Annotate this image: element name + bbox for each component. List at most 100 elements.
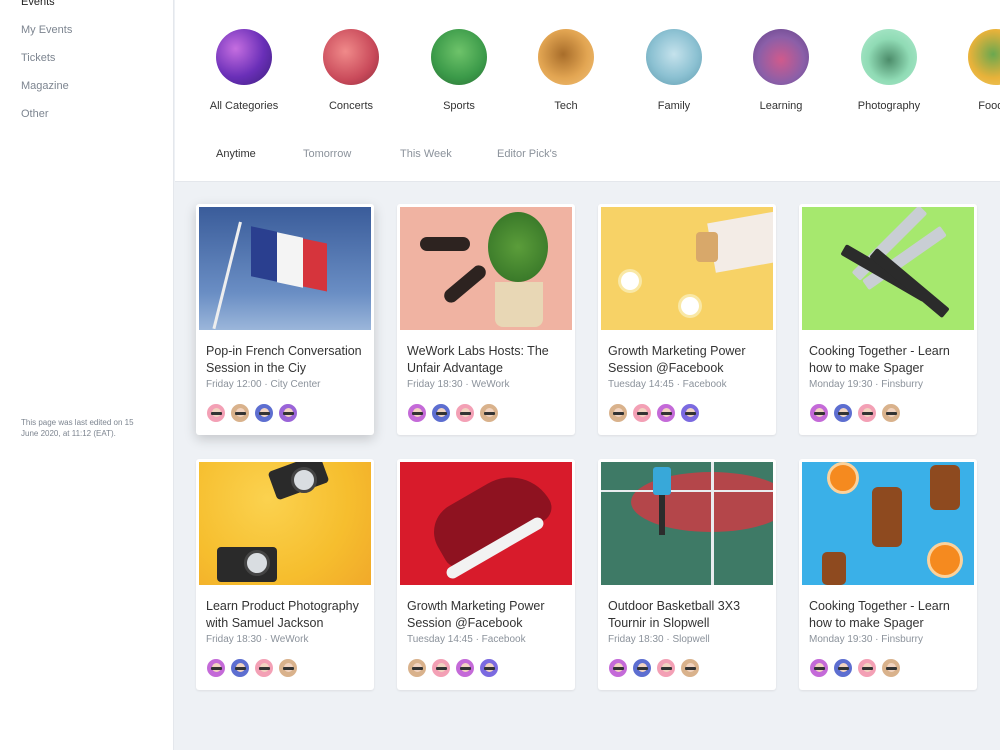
category-label: Photography xyxy=(857,100,921,112)
avatar xyxy=(608,658,628,678)
avatar xyxy=(680,658,700,678)
event-card[interactable]: Learn Product Photography with Samuel Ja… xyxy=(196,459,374,690)
category-image xyxy=(646,29,702,85)
sidebar-item-other[interactable]: Other xyxy=(21,108,49,120)
category-label: Tech xyxy=(554,100,578,112)
category-label: Sports xyxy=(443,100,475,112)
event-image xyxy=(400,462,572,585)
category-all[interactable]: All Categories xyxy=(189,29,299,112)
category-image xyxy=(216,29,272,85)
avatar xyxy=(479,403,499,423)
avatar xyxy=(656,403,676,423)
category-label: Concerts xyxy=(328,100,374,112)
avatar xyxy=(680,403,700,423)
avatar xyxy=(278,658,298,678)
event-card[interactable]: Pop-in French Conversation Session in th… xyxy=(196,204,374,435)
event-meta: Monday 19:30 · Finsburry xyxy=(809,634,923,645)
active-tab-indicator xyxy=(196,181,276,182)
event-meta: Tuesday 14:45 · Facebook xyxy=(407,634,526,645)
event-title: WeWork Labs Hosts: The Unfair Advantage xyxy=(407,344,549,375)
avatar xyxy=(407,403,427,423)
avatar xyxy=(857,658,877,678)
avatar xyxy=(407,658,427,678)
event-meta: Friday 18:30 · WeWork xyxy=(206,634,309,645)
avatar xyxy=(632,658,652,678)
sidebar-item-tickets[interactable]: Tickets xyxy=(21,52,55,64)
event-image xyxy=(601,207,773,330)
avatar xyxy=(254,658,274,678)
event-image xyxy=(199,207,371,330)
avatar xyxy=(479,658,499,678)
tab-this-week[interactable]: This Week xyxy=(400,148,452,160)
sidebar-item-my-events[interactable]: My Events xyxy=(21,24,72,36)
category-photography[interactable]: Photography xyxy=(834,29,944,112)
avatar xyxy=(857,403,877,423)
event-meta: Monday 19:30 · Finsburry xyxy=(809,379,923,390)
event-title: Outdoor Basketball 3X3 Tournir in Slopwe… xyxy=(608,599,741,630)
category-tech[interactable]: Tech xyxy=(511,29,621,112)
avatar xyxy=(230,658,250,678)
tab-editors-pick[interactable]: Editor Pick's xyxy=(497,148,557,160)
event-card[interactable]: WeWork Labs Hosts: The Unfair Advantage … xyxy=(397,204,575,435)
category-concerts[interactable]: Concerts xyxy=(296,29,406,112)
avatar xyxy=(833,658,853,678)
event-image xyxy=(400,207,572,330)
category-family[interactable]: Family xyxy=(619,29,729,112)
avatar xyxy=(881,403,901,423)
avatar xyxy=(809,403,829,423)
event-title: Pop-in French Conversation Session in th… xyxy=(206,344,362,375)
category-image xyxy=(753,29,809,85)
event-meta: Friday 18:30 · Slopwell xyxy=(608,634,710,645)
event-card[interactable]: Growth Marketing Power Session @Facebook… xyxy=(397,459,575,690)
category-label: Family xyxy=(657,100,691,112)
avatar xyxy=(632,403,652,423)
category-image xyxy=(861,29,917,85)
avatar xyxy=(656,658,676,678)
category-image xyxy=(968,29,1000,85)
tab-tomorrow[interactable]: Tomorrow xyxy=(303,148,351,160)
category-image xyxy=(538,29,594,85)
avatar xyxy=(431,658,451,678)
category-sports[interactable]: Sports xyxy=(404,29,514,112)
sidebar: Events My Events Tickets Magazine Other … xyxy=(0,0,174,750)
avatar xyxy=(206,403,226,423)
category-image xyxy=(323,29,379,85)
avatar xyxy=(230,403,250,423)
last-edited-note: This page was last edited on 15 June 202… xyxy=(21,418,134,438)
avatar xyxy=(431,403,451,423)
avatar xyxy=(833,403,853,423)
avatar xyxy=(455,403,475,423)
category-label: Food & xyxy=(978,100,1000,112)
category-label: Learning xyxy=(759,100,803,112)
avatar xyxy=(206,658,226,678)
sidebar-item-events[interactable]: Events xyxy=(21,0,55,8)
event-meta: Friday 18:30 · WeWork xyxy=(407,379,510,390)
avatar xyxy=(608,403,628,423)
avatar xyxy=(881,658,901,678)
category-learning[interactable]: Learning xyxy=(726,29,836,112)
avatar xyxy=(254,403,274,423)
event-image xyxy=(802,207,974,330)
event-title: Cooking Together - Learn how to make Spa… xyxy=(809,344,950,375)
event-title: Cooking Together - Learn how to make Spa… xyxy=(809,599,950,630)
avatar xyxy=(278,403,298,423)
event-image xyxy=(199,462,371,585)
category-label: All Categories xyxy=(209,100,279,112)
event-image xyxy=(802,462,974,585)
event-title: Growth Marketing Power Session @Facebook xyxy=(608,344,746,375)
tab-anytime[interactable]: Anytime xyxy=(216,148,256,160)
sidebar-item-magazine[interactable]: Magazine xyxy=(21,80,69,92)
event-card[interactable]: Cooking Together - Learn how to make Spa… xyxy=(799,459,977,690)
event-image xyxy=(601,462,773,585)
avatar xyxy=(455,658,475,678)
event-card[interactable]: Outdoor Basketball 3X3 Tournir in Slopwe… xyxy=(598,459,776,690)
event-card[interactable]: Growth Marketing Power Session @Facebook… xyxy=(598,204,776,435)
event-title: Learn Product Photography with Samuel Ja… xyxy=(206,599,359,630)
event-meta: Friday 12:00 · City Center xyxy=(206,379,321,390)
event-card[interactable]: Cooking Together - Learn how to make Spa… xyxy=(799,204,977,435)
avatar xyxy=(809,658,829,678)
event-title: Growth Marketing Power Session @Facebook xyxy=(407,599,545,630)
event-meta: Tuesday 14:45 · Facebook xyxy=(608,379,727,390)
category-food[interactable]: Food & xyxy=(941,29,1000,112)
category-image xyxy=(431,29,487,85)
